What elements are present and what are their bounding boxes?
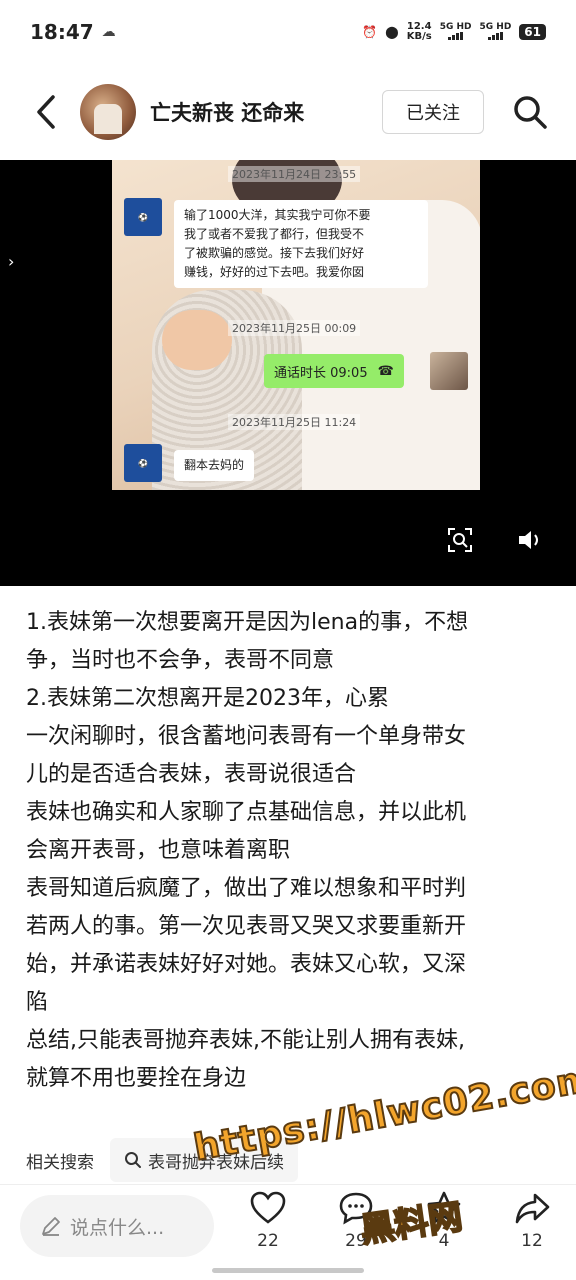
author-avatar[interactable]	[80, 84, 136, 140]
like-count: 22	[257, 1231, 279, 1251]
alarm-icon: ⏰	[362, 25, 378, 39]
cloud-sync-icon: ☁	[101, 24, 116, 40]
network-speed-unit: KB/s	[406, 31, 432, 42]
message-line: 翻本去妈的	[184, 458, 245, 472]
search-icon	[514, 96, 547, 129]
status-time: 18:47	[30, 20, 94, 44]
call-duration-label: 通话时长 09:05	[274, 365, 368, 381]
signal-bars-icon	[448, 31, 464, 40]
comment-input[interactable]: 说点什么...	[20, 1195, 214, 1257]
battery-indicator: 61	[519, 24, 546, 40]
chevron-left-icon	[37, 95, 55, 129]
like-button[interactable]: 22	[238, 1191, 298, 1251]
illustration-arm	[162, 310, 232, 370]
heart-icon	[250, 1191, 286, 1224]
back-button[interactable]	[26, 92, 66, 132]
bottom-action-bar: 说点什么... 22 29 4 12	[0, 1184, 576, 1280]
author-name[interactable]: 亡夫新丧 还命来	[150, 97, 304, 127]
pencil-icon	[42, 1217, 60, 1236]
chat-timestamp: 2023年11月25日 11:24	[228, 414, 361, 430]
share-arrow-icon	[515, 1193, 550, 1224]
status-icons: ⏰ ⬤ 12.4 KB/s 5G HD 5G HD 61	[362, 22, 546, 43]
post-media[interactable]: 2023年11月24日 23:55 ⚽ 输了1000大洋，其实我宁可你不要 我了…	[0, 160, 576, 586]
message-line: 输了1000大洋，其实我宁可你不要	[184, 208, 371, 222]
follow-button[interactable]: 已关注	[382, 90, 484, 134]
phone-icon: ☎	[377, 363, 394, 379]
chevron-right-icon[interactable]: ›	[8, 252, 14, 271]
post-line: 始，并承诺表妹好好对她。表妹又心软，又深	[26, 952, 467, 977]
network-speed: 12.4 KB/s	[407, 22, 432, 42]
signal-1-label: 5G HD	[439, 21, 472, 32]
chat-timestamp: 2023年11月25日 00:09	[228, 320, 361, 336]
post-line: 表妹也确实和人家聊了点基础信息，并以此机	[26, 800, 467, 825]
post-line: 一次闲聊时，很含蓄地问表哥有一个单身带女	[26, 724, 467, 749]
signal-1: 5G HD	[440, 22, 472, 43]
chat-timestamp: 2023年11月24日 23:55	[228, 166, 361, 182]
post-body: 1.表妹第一次想要离开是因为lena的事，不想 争，当时也不会争，表哥不同意 2…	[26, 604, 554, 1098]
chat-message-bubble: 翻本去妈的	[174, 450, 255, 481]
signal-2: 5G HD	[479, 21, 512, 43]
comment-placeholder: 说点什么...	[70, 1216, 165, 1239]
message-line: 了被欺骗的感觉。接下去我们好好	[184, 246, 365, 260]
signal-bars-icon	[487, 31, 503, 40]
post-line: 总结,只能表哥抛弃表妹,不能让别人拥有表妹,	[26, 1028, 465, 1053]
post-line: 儿的是否适合表妹，表哥说很适合	[26, 762, 357, 787]
message-line: 我了或者不爱我了都行，但我受不	[184, 227, 365, 241]
post-line: 争，当时也不会争，表哥不同意	[26, 648, 335, 673]
post-line: 2.表妹第二次想离开是2023年，心累	[26, 686, 389, 711]
post-line: 若两人的事。第一次见表哥又哭又求要重新开	[26, 914, 467, 939]
scan-search-icon	[448, 528, 472, 552]
share-button[interactable]: 12	[502, 1191, 562, 1251]
chat-receiver-avatar	[430, 352, 468, 390]
chat-screenshot-image: 2023年11月24日 23:55 ⚽ 输了1000大洋，其实我宁可你不要 我了…	[112, 160, 480, 490]
chat-message-bubble: 输了1000大洋，其实我宁可你不要 我了或者不爱我了都行，但我受不 了被欺骗的感…	[174, 200, 428, 288]
status-bar: 18:47 ☁ ⏰ ⬤ 12.4 KB/s 5G HD 5G HD 61	[0, 0, 576, 64]
speaker-icon	[519, 531, 538, 549]
post-line: 陷	[26, 990, 49, 1015]
search-icon	[125, 1152, 141, 1168]
location-icon: ⬤	[385, 25, 399, 39]
post-header: 亡夫新丧 还命来 已关注	[0, 78, 576, 146]
related-search-label: 相关搜索	[26, 1152, 94, 1173]
chat-sender-avatar: ⚽	[124, 198, 162, 236]
post-line: 表哥知道后疯魔了，做出了难以想象和平时判	[26, 876, 467, 901]
signal-2-label: 5G HD	[479, 21, 512, 32]
image-search-button[interactable]	[442, 522, 478, 558]
call-duration-bubble: 通话时长 09:05 ☎	[264, 354, 404, 388]
post-line: 1.表妹第一次想要离开是因为lena的事，不想	[26, 610, 469, 635]
post-line: 会离开表哥，也意味着离职	[26, 838, 291, 863]
sound-button[interactable]	[512, 522, 548, 558]
share-count: 12	[521, 1231, 543, 1251]
chat-sender-avatar: ⚽	[124, 444, 162, 482]
home-indicator[interactable]	[212, 1268, 364, 1273]
message-line: 赚钱，好好的过下去吧。我爱你囡	[184, 265, 365, 279]
search-button[interactable]	[510, 92, 550, 132]
